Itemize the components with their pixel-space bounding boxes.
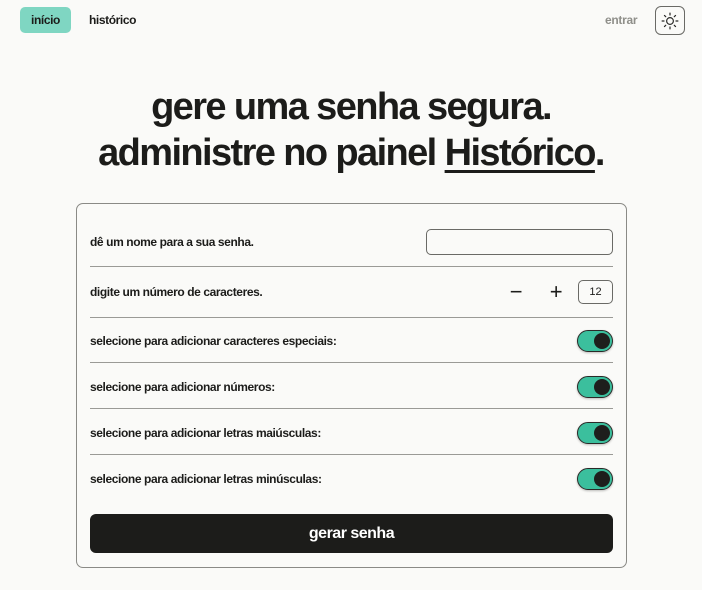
hero-line-2-prefix: administre no painel bbox=[98, 132, 445, 174]
generate-password-button[interactable]: gerar senha bbox=[90, 514, 613, 553]
toggle-knob bbox=[594, 424, 610, 441]
password-form-card: dê um nome para a sua senha. digite um n… bbox=[76, 203, 627, 568]
toggle-label-lowercase: selecione para adicionar letras minúscul… bbox=[90, 472, 322, 486]
history-panel-link[interactable]: Histórico bbox=[445, 132, 597, 174]
hero-line-2: administre no painel Histórico. bbox=[0, 130, 702, 176]
name-row: dê um nome para a sua senha. bbox=[90, 229, 613, 255]
toggle-label-special: selecione para adicionar caracteres espe… bbox=[90, 334, 337, 348]
divider bbox=[90, 362, 613, 363]
length-value-field[interactable]: 12 bbox=[578, 280, 613, 304]
increment-button[interactable]: + bbox=[545, 281, 567, 303]
toggle-label-uppercase: selecione para adicionar letras maiúscul… bbox=[90, 426, 321, 440]
lowercase-toggle[interactable] bbox=[577, 468, 613, 490]
divider bbox=[90, 317, 613, 318]
hero-heading: gere uma senha segura. administre no pai… bbox=[0, 84, 702, 176]
length-counter: − + 12 bbox=[505, 280, 613, 304]
toggle-row-special: selecione para adicionar caracteres espe… bbox=[90, 330, 613, 352]
divider bbox=[90, 408, 613, 409]
toggle-label-numbers: selecione para adicionar números: bbox=[90, 380, 275, 394]
divider bbox=[90, 454, 613, 455]
nav-home-button[interactable]: início bbox=[20, 7, 71, 33]
hero-line-1: gere uma senha segura. bbox=[151, 86, 552, 128]
toggle-knob bbox=[594, 470, 610, 487]
toggle-row-numbers: selecione para adicionar números: bbox=[90, 376, 613, 398]
password-name-input[interactable] bbox=[426, 229, 613, 255]
nav-history-link[interactable]: histórico bbox=[89, 7, 136, 33]
length-row: digite um número de caracteres. − + 12 bbox=[90, 280, 613, 304]
special-chars-toggle[interactable] bbox=[577, 330, 613, 352]
numbers-toggle[interactable] bbox=[577, 376, 613, 398]
toggle-row-lowercase: selecione para adicionar letras minúscul… bbox=[90, 468, 613, 490]
sun-icon bbox=[661, 12, 679, 29]
login-link[interactable]: entrar bbox=[605, 7, 638, 33]
hero-line-2-suffix: . bbox=[594, 132, 606, 174]
uppercase-toggle[interactable] bbox=[577, 422, 613, 444]
toggle-knob bbox=[594, 332, 610, 349]
toggle-row-uppercase: selecione para adicionar letras maiúscul… bbox=[90, 422, 613, 444]
top-nav: início histórico entrar bbox=[0, 0, 702, 42]
toggle-knob bbox=[594, 378, 610, 395]
name-label: dê um nome para a sua senha. bbox=[90, 235, 254, 249]
theme-toggle-button[interactable] bbox=[655, 6, 685, 35]
length-label: digite um número de caracteres. bbox=[90, 285, 263, 299]
divider bbox=[90, 266, 613, 267]
decrement-button[interactable]: − bbox=[505, 281, 527, 303]
